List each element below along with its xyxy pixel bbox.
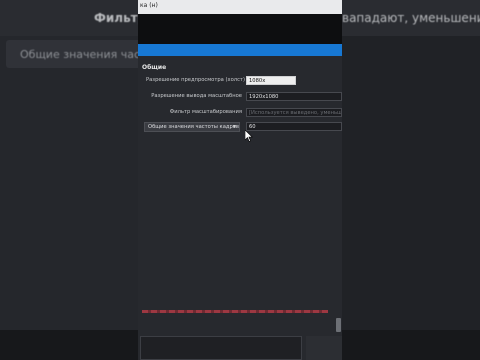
output-resolution-label: Разрешение вывода масштабное bbox=[151, 93, 242, 99]
window-title: ка (н) bbox=[140, 2, 158, 9]
error-message bbox=[142, 310, 328, 313]
fps-type-select[interactable]: Общие значения частоты кадров ▾ bbox=[144, 122, 240, 132]
backdrop-right-panel bbox=[342, 36, 480, 360]
window-titlebar[interactable]: ка (н) bbox=[138, 0, 342, 14]
settings-window: ка (н) Общие Разрешение предпросмотра (х… bbox=[138, 0, 342, 360]
downscale-filter-label: Фильтр масштабирования bbox=[169, 109, 242, 115]
fps-type-label: Общие значения частоты кадров bbox=[148, 124, 239, 130]
group-title-general: Общие bbox=[142, 64, 167, 71]
selected-category-bar[interactable] bbox=[138, 44, 342, 56]
backdrop-right-title: вападают, уменьшение bbox=[342, 11, 480, 25]
bottom-panel bbox=[140, 336, 302, 360]
chevron-down-icon: ▾ bbox=[232, 123, 236, 130]
window-toolbar-area bbox=[138, 14, 342, 44]
fps-value-input[interactable]: 60 bbox=[246, 122, 342, 131]
base-resolution-label: Разрешение предпросмотра (холст) bbox=[146, 77, 245, 83]
bottom-right-panel bbox=[306, 336, 342, 360]
backdrop-row-label: Общие значения часто bbox=[20, 48, 154, 61]
base-resolution-input[interactable]: 1080x bbox=[246, 76, 296, 85]
downscale-filter-select[interactable]: [Используется выведено, уменьшение) bbox=[246, 108, 342, 117]
mouse-cursor-icon bbox=[245, 130, 253, 142]
scrollbar[interactable] bbox=[336, 318, 341, 332]
output-resolution-input[interactable]: 1920x1080 bbox=[246, 92, 342, 101]
